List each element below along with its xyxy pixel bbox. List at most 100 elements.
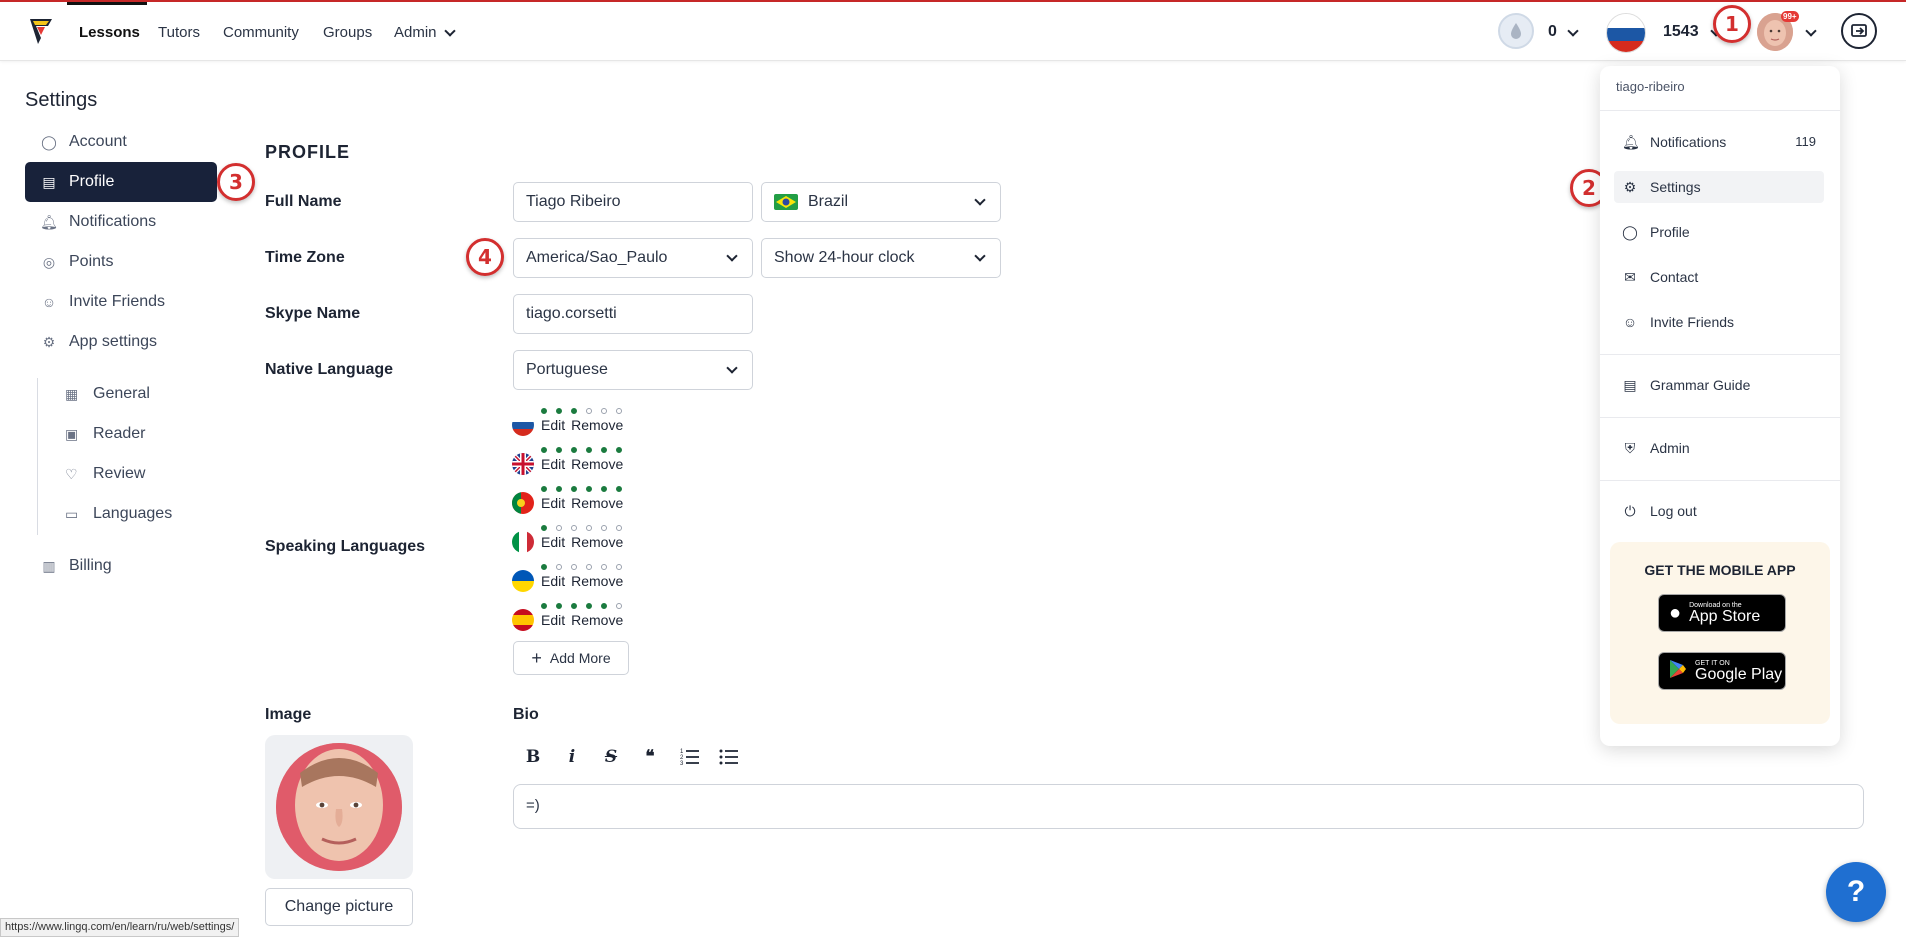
- edit-language-link[interactable]: Edit: [541, 612, 565, 628]
- native-language-select[interactable]: Portuguese: [513, 350, 753, 390]
- chat-icon: ▭: [65, 505, 79, 522]
- streak-count: 0: [1548, 23, 1557, 40]
- id-card-icon: ▤: [42, 173, 56, 190]
- change-picture-button[interactable]: Change picture: [265, 888, 413, 926]
- bold-button[interactable]: B: [521, 745, 545, 769]
- active-tab-indicator: [67, 2, 147, 5]
- proficiency-dot: [541, 603, 547, 609]
- remove-language-link[interactable]: Remove: [571, 456, 623, 472]
- lingq-logo[interactable]: [28, 16, 54, 46]
- edit-language-link[interactable]: Edit: [541, 417, 565, 433]
- menu-item-admin[interactable]: ⛨ Admin: [1614, 432, 1824, 464]
- proficiency-dots: [541, 525, 622, 531]
- section-title: PROFILE: [265, 142, 351, 162]
- streak-chevron-down-icon[interactable]: [1567, 25, 1579, 37]
- uk-flag-icon: [512, 453, 534, 475]
- edit-language-link[interactable]: Edit: [541, 456, 565, 472]
- proficiency-dot: [556, 603, 562, 609]
- sidebar-item-invite-friends[interactable]: ☺ Invite Friends: [25, 282, 217, 322]
- sidebar-item-account[interactable]: ◯ Account: [25, 122, 217, 162]
- proficiency-dots: [541, 447, 622, 453]
- edit-language-link[interactable]: Edit: [541, 534, 565, 550]
- bio-label: Bio: [513, 706, 539, 723]
- review-icon: ♡: [65, 465, 78, 482]
- quote-button[interactable]: ❝: [638, 745, 662, 769]
- sidebar-item-billing[interactable]: ▥ Billing: [25, 546, 217, 586]
- nav-tab-tutors[interactable]: Tutors: [158, 24, 200, 41]
- menu-item-log-out[interactable]: ⏻ Log out: [1614, 495, 1824, 527]
- menu-item-label: Contact: [1650, 269, 1699, 285]
- sidebar-item-notifications[interactable]: 🔔︎ Notifications: [25, 202, 217, 242]
- proficiency-dot: [616, 525, 622, 531]
- skype-input[interactable]: tiago.corsetti: [513, 294, 753, 334]
- skype-label: Skype Name: [265, 305, 361, 322]
- nav-tab-admin[interactable]: Admin: [394, 24, 437, 41]
- proficiency-dots: [541, 408, 622, 414]
- bio-textarea[interactable]: =): [513, 784, 1864, 829]
- nav-tab-groups[interactable]: Groups: [323, 24, 372, 41]
- add-more-button[interactable]: + Add More: [513, 641, 629, 675]
- full-name-label: Full Name: [265, 193, 342, 210]
- chevron-down-icon: [726, 362, 738, 374]
- remove-language-link[interactable]: Remove: [571, 534, 623, 550]
- sidebar-subitem-general[interactable]: ▦ General: [55, 374, 235, 414]
- sidebar-item-label: App settings: [69, 333, 158, 350]
- sidebar-item-points[interactable]: ◎ Points: [25, 242, 217, 282]
- coin-count: 1543: [1663, 23, 1699, 40]
- proficiency-dot: [571, 525, 577, 531]
- sidebar-item-label: Invite Friends: [69, 293, 166, 310]
- sidebar-subitem-languages[interactable]: ▭ Languages: [55, 494, 235, 534]
- italic-button[interactable]: i: [560, 745, 584, 769]
- admin-chevron-down-icon[interactable]: [444, 25, 456, 37]
- proficiency-dot: [601, 486, 607, 492]
- gear-icon: ⚙: [42, 333, 56, 350]
- menu-item-settings[interactable]: ⚙ Settings: [1614, 171, 1824, 203]
- menu-item-invite-friends[interactable]: ☺ Invite Friends: [1614, 306, 1824, 338]
- nav-tab-community[interactable]: Community: [223, 24, 299, 41]
- remove-language-link[interactable]: Remove: [571, 417, 623, 433]
- menu-item-profile[interactable]: ◯ Profile: [1614, 216, 1824, 248]
- ordered-list-icon[interactable]: 123: [678, 745, 702, 769]
- help-button[interactable]: ?: [1826, 862, 1886, 922]
- clock-format-select[interactable]: Show 24-hour clock: [761, 238, 1001, 278]
- invite-icon: ☺: [41, 294, 57, 310]
- power-icon: ⏻: [1624, 502, 1636, 519]
- strikethrough-button[interactable]: S: [599, 745, 623, 769]
- proficiency-dot: [541, 525, 547, 531]
- google-play-button[interactable]: GET IT ON Google Play: [1658, 652, 1786, 690]
- sidebar-subitem-reader[interactable]: ▣ Reader: [55, 414, 235, 454]
- change-picture-label: Change picture: [284, 898, 394, 915]
- nav-tab-lessons[interactable]: Lessons: [79, 24, 140, 41]
- sidebar-item-profile[interactable]: ▤ Profile: [25, 162, 217, 202]
- menu-item-label: Settings: [1650, 179, 1701, 195]
- menu-item-grammar-guide[interactable]: ▤ Grammar Guide: [1614, 369, 1824, 401]
- sidebar-item-app-settings[interactable]: ⚙ App settings: [25, 322, 217, 362]
- menu-item-contact[interactable]: ✉ Contact: [1614, 261, 1824, 293]
- menu-divider: [1600, 354, 1840, 355]
- streak-drop-icon[interactable]: [1498, 13, 1534, 49]
- remove-language-link[interactable]: Remove: [571, 612, 623, 628]
- proficiency-dot: [571, 447, 577, 453]
- native-language-label: Native Language: [265, 361, 394, 378]
- proficiency-dot: [616, 486, 622, 492]
- remove-language-link[interactable]: Remove: [571, 573, 623, 589]
- google-play-big-text: Google Play: [1695, 665, 1783, 683]
- proficiency-dot: [571, 408, 577, 414]
- full-name-input[interactable]: Tiago Ribeiro: [513, 182, 753, 222]
- time-zone-select[interactable]: America/Sao_Paulo: [513, 238, 753, 278]
- proficiency-dot: [601, 564, 607, 570]
- avatar-chevron-down-icon[interactable]: [1805, 25, 1817, 37]
- app-store-button[interactable]: ● Download on the App Store: [1658, 594, 1786, 632]
- edit-language-link[interactable]: Edit: [541, 573, 565, 589]
- edit-language-link[interactable]: Edit: [541, 495, 565, 511]
- switch-view-icon[interactable]: [1841, 13, 1877, 49]
- sidebar-subitem-review[interactable]: ♡ Review: [55, 454, 235, 494]
- menu-item-notifications[interactable]: 🔔︎ Notifications 119: [1614, 126, 1824, 158]
- russian-flag-icon[interactable]: [1606, 13, 1646, 53]
- remove-language-link[interactable]: Remove: [571, 495, 623, 511]
- country-select[interactable]: Brazil: [761, 182, 1001, 222]
- italy-flag-icon: [512, 531, 534, 553]
- bullet-list-icon[interactable]: [717, 745, 741, 769]
- profile-image-frame: [265, 735, 413, 879]
- annotation-marker-4: 4: [466, 238, 504, 276]
